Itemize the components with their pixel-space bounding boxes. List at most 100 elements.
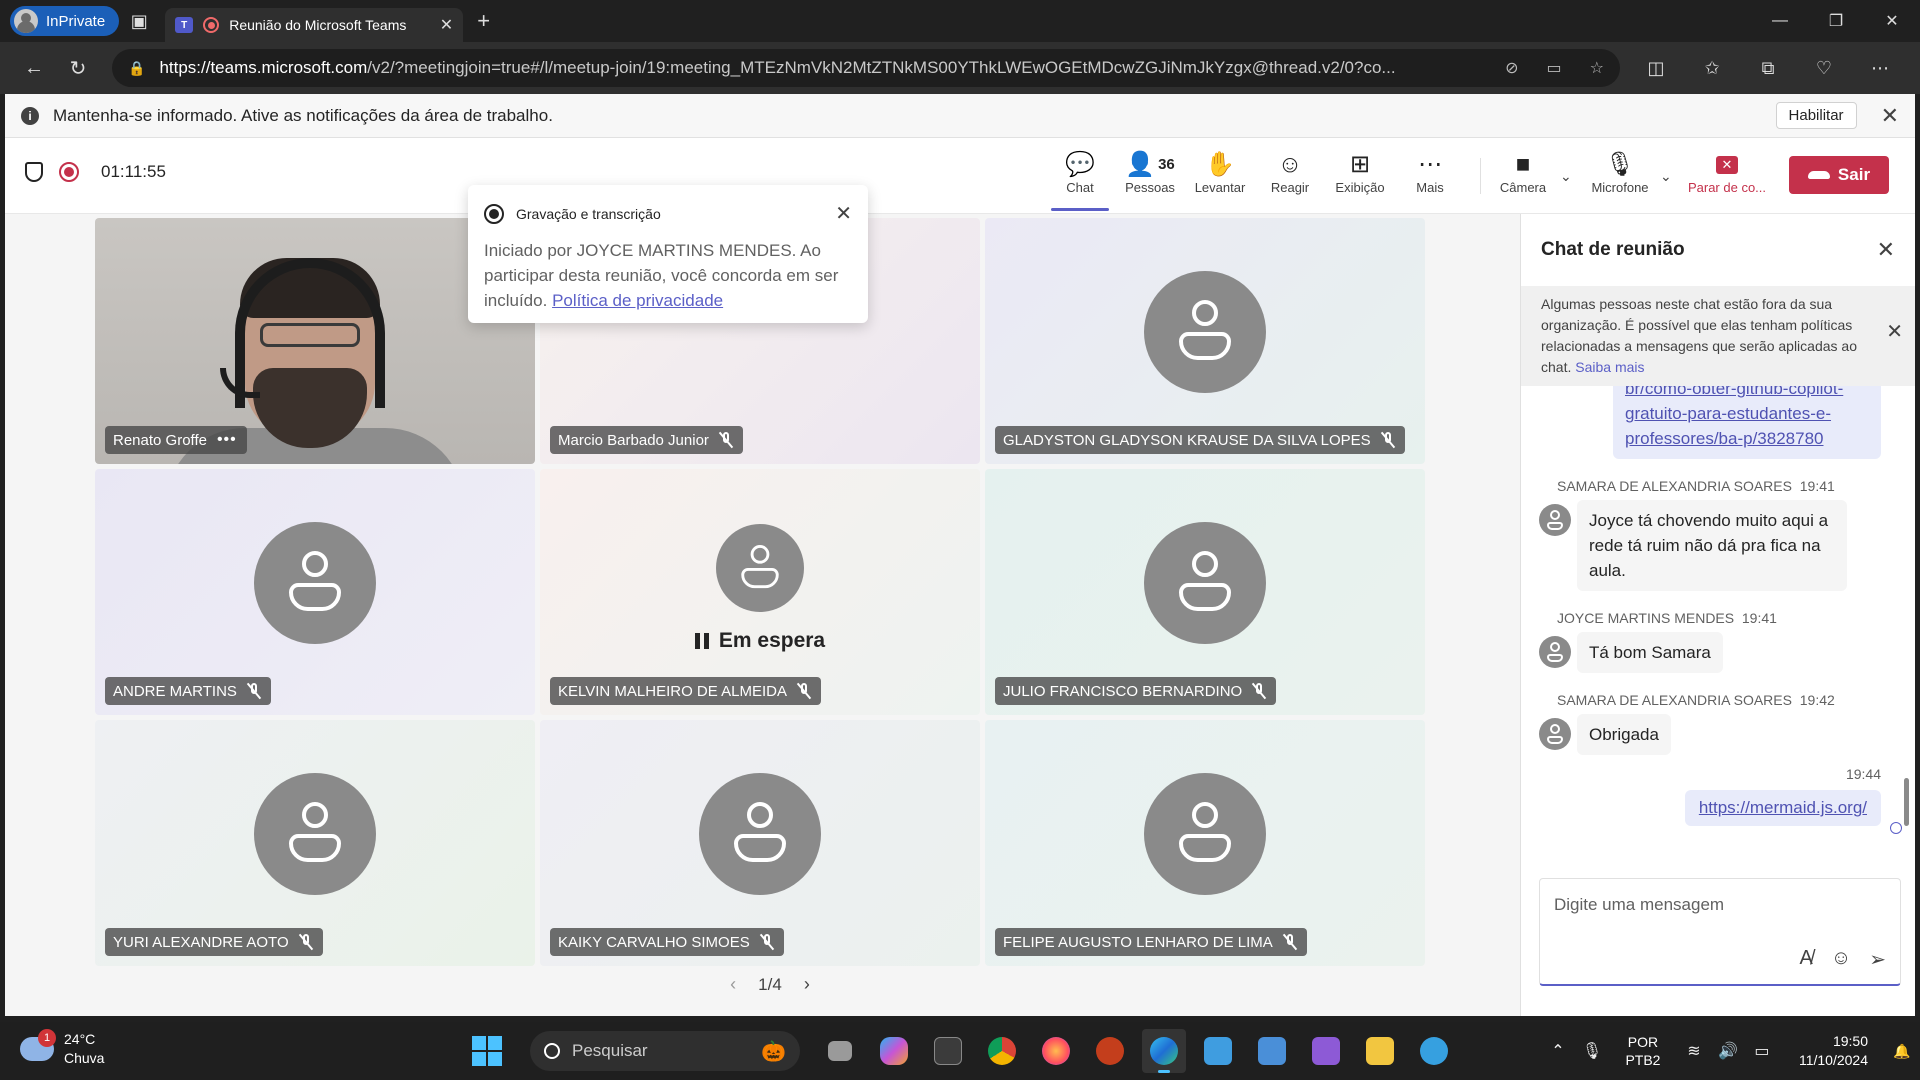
dismiss-notice-icon[interactable]: ✕ [1886,322,1903,343]
toolbar-divider [1480,158,1481,194]
avatar[interactable] [1539,636,1571,668]
participant-tile[interactable]: JULIO FRANCISCO BERNARDINO [985,469,1425,715]
task-view-icon[interactable] [818,1029,862,1073]
microphone-button[interactable]: 🎙 Microfone [1585,150,1655,195]
new-tab-icon[interactable]: + [477,8,490,34]
people-button[interactable]: 👤 36 Pessoas [1115,150,1185,195]
weather-widget[interactable]: 1 24°C Chuva [20,1029,104,1068]
volume-icon[interactable]: 🔊 [1711,1041,1745,1061]
url-field[interactable]: 🔒 https://teams.microsoft.com/v2/?meetin… [112,49,1620,87]
next-page-icon[interactable]: › [804,974,810,995]
camera-icon: ■ [1515,151,1531,178]
close-chat-icon[interactable]: ✕ [1877,237,1895,263]
language-code: POR [1627,1034,1659,1050]
powerpoint-icon[interactable] [1088,1029,1132,1073]
temperature: 24°C [64,1031,96,1047]
message-input[interactable] [1554,895,1884,915]
send-icon[interactable]: ➢ [1869,947,1886,972]
participant-name-tag: KAIKY CARVALHO SIMOES [550,928,784,956]
participant-tile[interactable]: YURI ALEXANDRE AOTO [95,720,535,966]
privacy-policy-link[interactable]: Política de privacidade [552,291,723,310]
terminal-icon[interactable] [926,1029,970,1073]
lock-icon[interactable]: 🔒 [128,60,145,77]
favorite-star-icon[interactable]: ☆ [1590,58,1604,78]
battery-icon[interactable]: ▭ [1745,1041,1779,1061]
message-link[interactable]: br/como-obter-github-copilot-gratuito-pa… [1625,386,1843,448]
notifications-bell-icon[interactable]: 🔔 [1884,1043,1920,1060]
collections-icon[interactable]: ⧉ [1740,58,1796,79]
tracking-blocked-icon[interactable]: ⊘ [1505,58,1518,78]
favorites-icon[interactable]: ✩ [1684,58,1740,79]
chrome-icon[interactable] [980,1029,1024,1073]
close-toast-icon[interactable]: ✕ [835,201,852,226]
taskbar-apps: Pesquisar 🎃 [472,1029,1456,1073]
browser-tab[interactable]: T Reunião do Microsoft Teams ✕ [165,8,464,42]
feedback-hub-icon[interactable] [1412,1029,1456,1073]
emoji-icon[interactable]: ☺ [1831,947,1851,972]
mic-muted-icon [247,683,261,699]
clock[interactable]: 19:50 11/10/2024 [1799,1032,1868,1070]
settings-more-icon[interactable]: ⋯ [1852,58,1908,79]
split-screen-icon[interactable]: ◫ [1628,58,1684,79]
raise-hand-button[interactable]: ✋ Levantar [1185,150,1255,195]
visual-studio-icon[interactable] [1304,1029,1348,1073]
inprivate-badge[interactable]: InPrivate [10,6,120,36]
people-icon: 👤 [1125,151,1156,178]
file-explorer-icon[interactable] [1358,1029,1402,1073]
start-icon[interactable] [472,1036,502,1066]
person-icon [741,544,779,591]
participant-tile[interactable]: GLADYSTON GLADYSON KRAUSE DA SILVA LOPES [985,218,1425,464]
browser-essentials-icon[interactable]: ♡ [1796,58,1852,79]
wifi-icon[interactable]: ≋ [1677,1041,1711,1061]
meeting-status: 01:11:55 [25,162,166,182]
people-count: 36 [1158,156,1175,173]
input-language[interactable]: POR PTB2 [1619,1033,1667,1069]
chat-button[interactable]: 💬 Chat [1045,150,1115,211]
react-button[interactable]: ☺ Reagir [1255,150,1325,195]
avatar[interactable] [1539,504,1571,536]
learn-more-link[interactable]: Saiba mais [1575,359,1644,375]
chat-title: Chat de reunião [1541,239,1685,260]
stop-sharing-button[interactable]: ✕ Parar de co... [1685,150,1769,195]
close-window-icon[interactable]: ✕ [1864,0,1920,42]
previous-page-icon[interactable]: ‹ [730,974,736,995]
firefox-icon[interactable] [1034,1029,1078,1073]
participant-tile-on-hold[interactable]: Em espera KELVIN MALHEIRO DE ALMEIDA [540,469,980,715]
maximize-icon[interactable]: ❐ [1808,0,1864,42]
enable-notifications-button[interactable]: Habilitar [1775,102,1857,129]
camera-button[interactable]: ■ Câmera [1488,150,1558,195]
mic-options-chevron-icon[interactable]: ⌄ [1660,168,1672,185]
camera-options-chevron-icon[interactable]: ⌄ [1560,168,1572,185]
participant-more-icon[interactable]: ••• [217,431,237,449]
shield-icon[interactable] [25,162,43,182]
media-icon[interactable]: ▭ [1547,58,1562,78]
message-sent-icon [1890,822,1902,834]
remote-desktop-icon[interactable] [1250,1029,1294,1073]
minimize-icon[interactable]: — [1752,0,1808,42]
mermaid-link[interactable]: https://mermaid.js.org/ [1699,798,1867,817]
participant-tile[interactable]: FELIPE AUGUSTO LENHARO DE LIMA [985,720,1425,966]
azure-data-studio-icon[interactable] [1196,1029,1240,1073]
back-icon[interactable]: ← [12,46,56,90]
refresh-icon[interactable]: ↻ [56,46,100,90]
view-button[interactable]: ⊞ Exibição [1325,150,1395,195]
show-hidden-icons-chevron-icon[interactable]: ⌃ [1541,1041,1575,1061]
leave-button[interactable]: Sair [1789,156,1889,194]
chat-message: JOYCE MARTINS MENDES 19:41 Tá bom Samara [1539,610,1777,673]
close-tab-icon[interactable]: ✕ [440,15,453,35]
microphone-tray-icon[interactable]: 🎙 [1575,1041,1609,1061]
taskbar-search[interactable]: Pesquisar 🎃 [530,1031,800,1071]
avatar [1144,522,1266,644]
mic-muted-icon [1252,683,1266,699]
more-button[interactable]: ⋯ Mais [1395,150,1465,195]
edge-icon[interactable] [1142,1029,1186,1073]
avatar[interactable] [1539,718,1571,750]
clock-date: 11/10/2024 [1798,1052,1868,1068]
participant-tile[interactable]: KAIKY CARVALHO SIMOES [540,720,980,966]
tab-actions-icon[interactable]: ▣ [119,5,159,37]
chat-scrollbar[interactable] [1904,778,1909,826]
close-infobar-icon[interactable]: ✕ [1881,103,1899,129]
copilot-icon[interactable] [872,1029,916,1073]
format-icon[interactable]: A̸ [1799,947,1812,972]
participant-tile[interactable]: ANDRE MARTINS [95,469,535,715]
